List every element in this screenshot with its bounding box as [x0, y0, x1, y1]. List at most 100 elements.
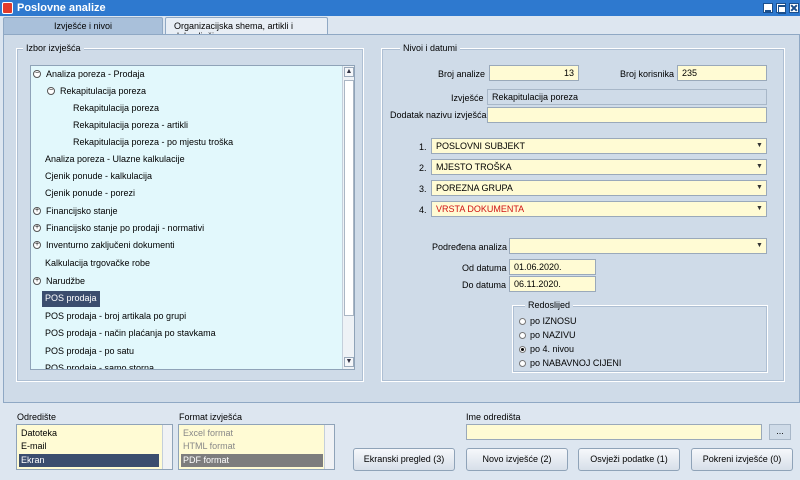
app-icon: [2, 2, 13, 14]
list-item-selected[interactable]: PDF format: [181, 454, 323, 467]
plus-circle-icon[interactable]: +: [33, 277, 41, 285]
tree-item[interactable]: + Narudžbe: [33, 274, 85, 290]
level-1-value: POSLOVNI SUBJEKT: [436, 141, 526, 151]
plus-circle-icon[interactable]: +: [33, 224, 41, 232]
format-scrollbar[interactable]: [324, 425, 334, 469]
scrollbar-thumb[interactable]: [344, 80, 354, 316]
do-datuma-field[interactable]: 06.11.2020.: [509, 276, 596, 292]
tree-item[interactable]: Rekapitulacija poreza: [73, 101, 159, 117]
odrediste-label: Odredište: [17, 412, 57, 422]
tab-organizacijska-shema[interactable]: Organizacijska shema, artikli i dobavlja…: [165, 17, 328, 41]
level-3-number: 3.: [419, 184, 427, 194]
tree-item[interactable]: + Financijsko stanje po prodaji - normat…: [33, 221, 204, 237]
chevron-down-icon[interactable]: ▼: [754, 182, 765, 194]
odrediste-list[interactable]: Datoteka E-mail Ekran: [16, 424, 173, 470]
tree-item[interactable]: POS prodaja - broj artikala po grupi: [45, 309, 186, 325]
sort-radio-nabavna-cijena[interactable]: [519, 360, 526, 367]
tree-item[interactable]: POS prodaja - samo storna: [45, 361, 154, 369]
level-1-number: 1.: [419, 142, 427, 152]
tree-item[interactable]: Cjenik ponude - kalkulacija: [45, 169, 152, 185]
tab-izvjesce-i-nivoi[interactable]: Izvješće i nivoi: [3, 17, 163, 35]
chevron-down-icon[interactable]: ▼: [754, 203, 765, 215]
plus-circle-icon[interactable]: +: [33, 241, 41, 249]
tree-item[interactable]: POS prodaja - po satu: [45, 344, 134, 360]
dodatak-label: Dodatak nazivu izvješća: [390, 110, 487, 120]
tree-item[interactable]: Analiza poreza - Ulazne kalkulacije: [45, 152, 185, 168]
tree-item-label: Inventurno zaključeni dokumenti: [46, 240, 175, 250]
level-2-select[interactable]: MJESTO TROŠKA ▼: [431, 159, 767, 175]
tree-item-label: Financijsko stanje po prodaji - normativ…: [46, 223, 205, 233]
od-datuma-label: Od datuma: [462, 263, 507, 273]
close-icon[interactable]: [789, 3, 799, 13]
level-4-number: 4.: [419, 205, 427, 215]
tree-item-label: Analiza poreza - Prodaja: [46, 69, 145, 79]
minimize-icon[interactable]: [763, 3, 773, 13]
sort-label-naziv[interactable]: po NAZIVU: [530, 330, 576, 340]
level-2-value: MJESTO TROŠKA: [436, 162, 512, 172]
tree-item-label: Financijsko stanje: [46, 206, 118, 216]
list-item-selected[interactable]: Ekran: [19, 454, 159, 467]
tree-item[interactable]: − Rekapitulacija poreza: [47, 84, 146, 100]
tree-item[interactable]: Kalkulacija trgovačke robe: [45, 256, 150, 272]
podredena-select[interactable]: ▼: [509, 238, 767, 254]
osvjezi-podatke-button[interactable]: Osvježi podatke (1): [578, 448, 680, 471]
maximize-icon[interactable]: [776, 3, 786, 14]
chevron-down-icon[interactable]: ▼: [754, 140, 765, 152]
list-item[interactable]: HTML format: [181, 440, 323, 453]
level-3-select[interactable]: POREZNA GRUPA ▼: [431, 180, 767, 196]
chevron-down-icon[interactable]: ▼: [754, 240, 765, 252]
ime-odredista-field[interactable]: [466, 424, 762, 440]
window-title: Poslovne analize: [17, 2, 106, 14]
sort-radio-4-nivo[interactable]: [519, 346, 526, 353]
sort-label-nabavna-cijena[interactable]: po NABAVNOJ CIJENI: [530, 358, 621, 368]
pokreni-izvjesce-button[interactable]: Pokreni izvješće (0): [691, 448, 793, 471]
minus-circle-icon[interactable]: −: [47, 87, 55, 95]
sort-radio-naziv[interactable]: [519, 332, 526, 339]
sort-radio-iznos[interactable]: [519, 318, 526, 325]
sort-label-4-nivo[interactable]: po 4. nivou: [530, 344, 574, 354]
level-4-value: VRSTA DOKUMENTA: [436, 204, 525, 214]
minus-circle-icon[interactable]: −: [33, 70, 41, 78]
level-1-select[interactable]: POSLOVNI SUBJEKT ▼: [431, 138, 767, 154]
broj-analize-field[interactable]: 13: [489, 65, 579, 81]
dodatak-field[interactable]: [487, 107, 767, 123]
levels-dates-title: Nivoi i datumi: [400, 43, 461, 53]
ime-odredista-label: Ime odredišta: [466, 412, 521, 422]
broj-korisnika-label: Broj korisnika: [620, 69, 675, 79]
format-label: Format izvješća: [179, 412, 243, 422]
tree-item[interactable]: POS prodaja - način plaćanja po stavkama: [45, 326, 216, 342]
ekranski-pregled-button[interactable]: Ekranski pregled (3): [353, 448, 455, 471]
scroll-down-icon[interactable]: ▼: [344, 357, 354, 367]
scroll-up-icon[interactable]: ▲: [344, 67, 354, 77]
odrediste-scrollbar[interactable]: [162, 425, 172, 469]
podredena-label: Podređena analiza: [432, 242, 508, 252]
tree-item-label: Rekapitulacija poreza: [60, 86, 147, 96]
tree-item[interactable]: Rekapitulacija poreza - po mjestu troška: [73, 135, 233, 151]
list-item[interactable]: Excel format: [181, 427, 323, 440]
report-selection-title: Izbor izvješća: [23, 43, 84, 53]
tree-item[interactable]: + Inventurno zaključeni dokumenti: [33, 238, 175, 254]
chevron-down-icon[interactable]: ▼: [754, 161, 765, 173]
tree-item-selected[interactable]: POS prodaja: [42, 291, 100, 307]
do-datuma-label: Do datuma: [462, 280, 507, 290]
list-item[interactable]: E-mail: [19, 440, 159, 453]
list-item[interactable]: Datoteka: [19, 427, 159, 440]
sort-order-title: Redoslijed: [525, 300, 574, 310]
tree-item[interactable]: − Analiza poreza - Prodaja: [33, 67, 145, 83]
izvjesce-label: Izvješće: [451, 93, 484, 103]
sort-label-iznos[interactable]: po IZNOSU: [530, 316, 577, 326]
tree-item[interactable]: Cjenik ponude - porezi: [45, 186, 135, 202]
plus-circle-icon[interactable]: +: [33, 207, 41, 215]
od-datuma-field[interactable]: 01.06.2020.: [509, 259, 596, 275]
tree-scrollbar[interactable]: ▲ ▼: [342, 66, 354, 369]
tree-item[interactable]: Rekapitulacija poreza - artikli: [73, 118, 188, 134]
tree-item[interactable]: + Financijsko stanje: [33, 204, 118, 220]
browse-button[interactable]: ...: [769, 424, 791, 440]
level-4-select[interactable]: VRSTA DOKUMENTA ▼: [431, 201, 767, 217]
format-list[interactable]: Excel format HTML format PDF format: [178, 424, 335, 470]
broj-korisnika-field[interactable]: 235: [677, 65, 767, 81]
tree-item-label: Narudžbe: [46, 276, 86, 286]
izvjesce-field: Rekapitulacija poreza: [487, 89, 767, 105]
report-tree[interactable]: − Analiza poreza - Prodaja − Rekapitulac…: [30, 65, 355, 370]
novo-izvjesce-button[interactable]: Novo izvješće (2): [466, 448, 568, 471]
